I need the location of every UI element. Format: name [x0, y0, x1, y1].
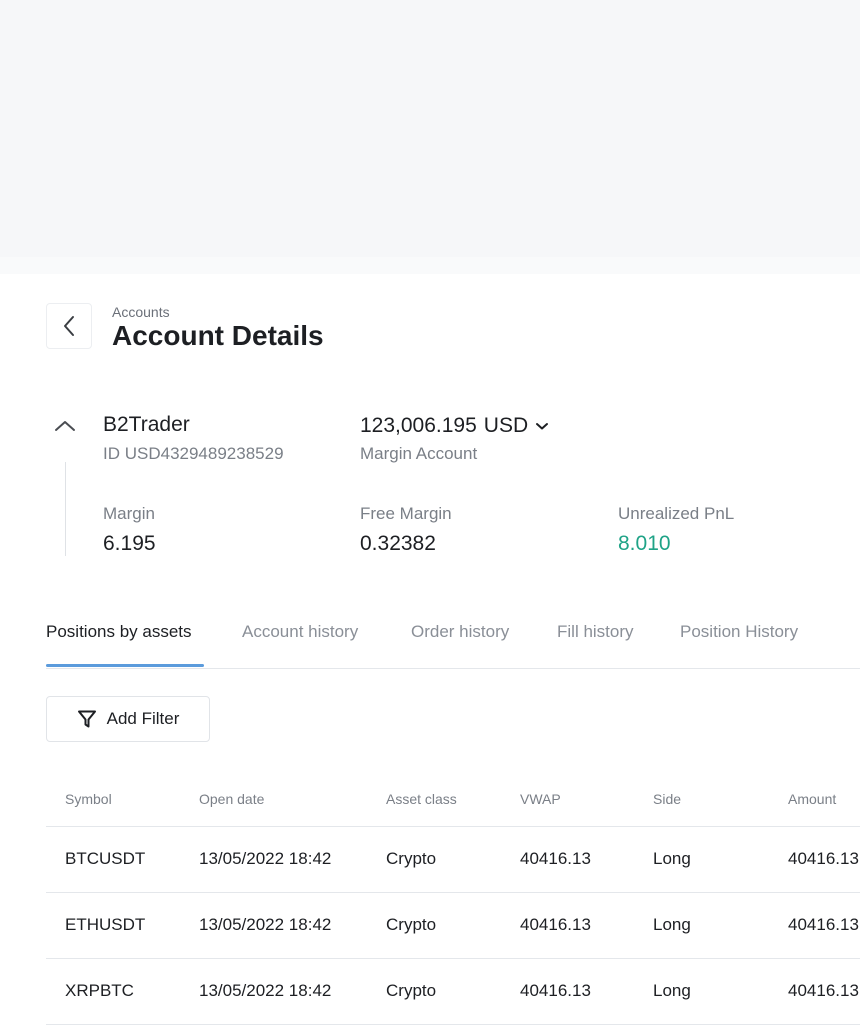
column-header-symbol[interactable]: Symbol	[65, 791, 112, 807]
back-button[interactable]	[46, 303, 92, 349]
free-margin-label: Free Margin	[360, 504, 452, 523]
chevron-left-icon	[64, 316, 74, 336]
table-row[interactable]: ETHUSDT 13/05/2022 18:42 Crypto 40416.13…	[46, 893, 860, 959]
table-row[interactable]: XRPBTC 13/05/2022 18:42 Crypto 40416.13 …	[46, 959, 860, 1025]
cell-amount: 40416.13	[788, 915, 859, 934]
cell-vwap: 40416.13	[520, 981, 591, 1000]
cell-amount: 40416.13	[788, 981, 859, 1000]
add-filter-label: Add Filter	[106, 709, 180, 728]
column-header-asset-class[interactable]: Asset class	[386, 791, 457, 807]
cell-symbol: ETHUSDT	[65, 915, 146, 934]
chevron-up-icon	[55, 421, 75, 431]
cell-symbol: BTCUSDT	[65, 849, 146, 868]
balance-currency-selector[interactable]: 123,006.195 USD	[360, 414, 549, 438]
account-type: Margin Account	[360, 444, 478, 463]
tab-position-history[interactable]: Position History	[680, 622, 798, 642]
free-margin-value: 0.32382	[360, 532, 436, 555]
column-header-open-date[interactable]: Open date	[199, 791, 264, 807]
cell-symbol: XRPBTC	[65, 981, 134, 1000]
cell-side: Long	[653, 849, 691, 868]
account-name: B2Trader	[103, 413, 190, 436]
margin-label: Margin	[103, 504, 155, 523]
cell-asset-class: Crypto	[386, 915, 437, 934]
cell-vwap: 40416.13	[520, 849, 591, 868]
table-row[interactable]: BTCUSDT 13/05/2022 18:42 Crypto 40416.13…	[46, 827, 860, 893]
cell-asset-class: Crypto	[386, 981, 437, 1000]
tab-order-history[interactable]: Order history	[411, 622, 509, 642]
page-title: Account Details	[112, 320, 324, 351]
cell-vwap: 40416.13	[520, 915, 591, 934]
column-header-side[interactable]: Side	[653, 791, 681, 807]
account-id: ID USD4329489238529	[103, 444, 284, 463]
chevron-down-icon	[536, 423, 549, 430]
top-banner-area	[0, 0, 860, 274]
column-header-amount[interactable]: Amount	[788, 791, 836, 807]
margin-value: 6.195	[103, 532, 156, 555]
positions-table: Symbol Open date Asset class VWAP Side A…	[46, 770, 860, 1025]
unrealized-pnl-value: 8.010	[618, 532, 671, 555]
unrealized-pnl-label: Unrealized PnL	[618, 504, 735, 523]
cell-open-date: 13/05/2022 18:42	[199, 981, 332, 1000]
cell-open-date: 13/05/2022 18:42	[199, 915, 332, 934]
column-header-vwap[interactable]: VWAP	[520, 791, 561, 807]
cell-asset-class: Crypto	[386, 849, 437, 868]
tab-positions-by-assets[interactable]: Positions by assets	[46, 622, 192, 642]
tab-account-history[interactable]: Account history	[242, 622, 358, 642]
breadcrumb[interactable]: Accounts	[112, 304, 170, 320]
tab-bar: Positions by assets Account history Orde…	[46, 622, 860, 669]
cell-side: Long	[653, 981, 691, 1000]
cell-side: Long	[653, 915, 691, 934]
table-header: Symbol Open date Asset class VWAP Side A…	[46, 770, 860, 827]
account-divider-line	[65, 462, 66, 556]
tab-fill-history[interactable]: Fill history	[557, 622, 634, 642]
active-tab-indicator	[46, 664, 204, 667]
collapse-account-button[interactable]	[52, 414, 78, 438]
currency-label: USD	[483, 414, 529, 437]
cell-amount: 40416.13	[788, 849, 859, 868]
cell-open-date: 13/05/2022 18:42	[199, 849, 332, 868]
balance-value: 123,006.195	[360, 414, 477, 437]
filter-icon	[77, 710, 96, 728]
add-filter-button[interactable]: Add Filter	[46, 696, 210, 742]
